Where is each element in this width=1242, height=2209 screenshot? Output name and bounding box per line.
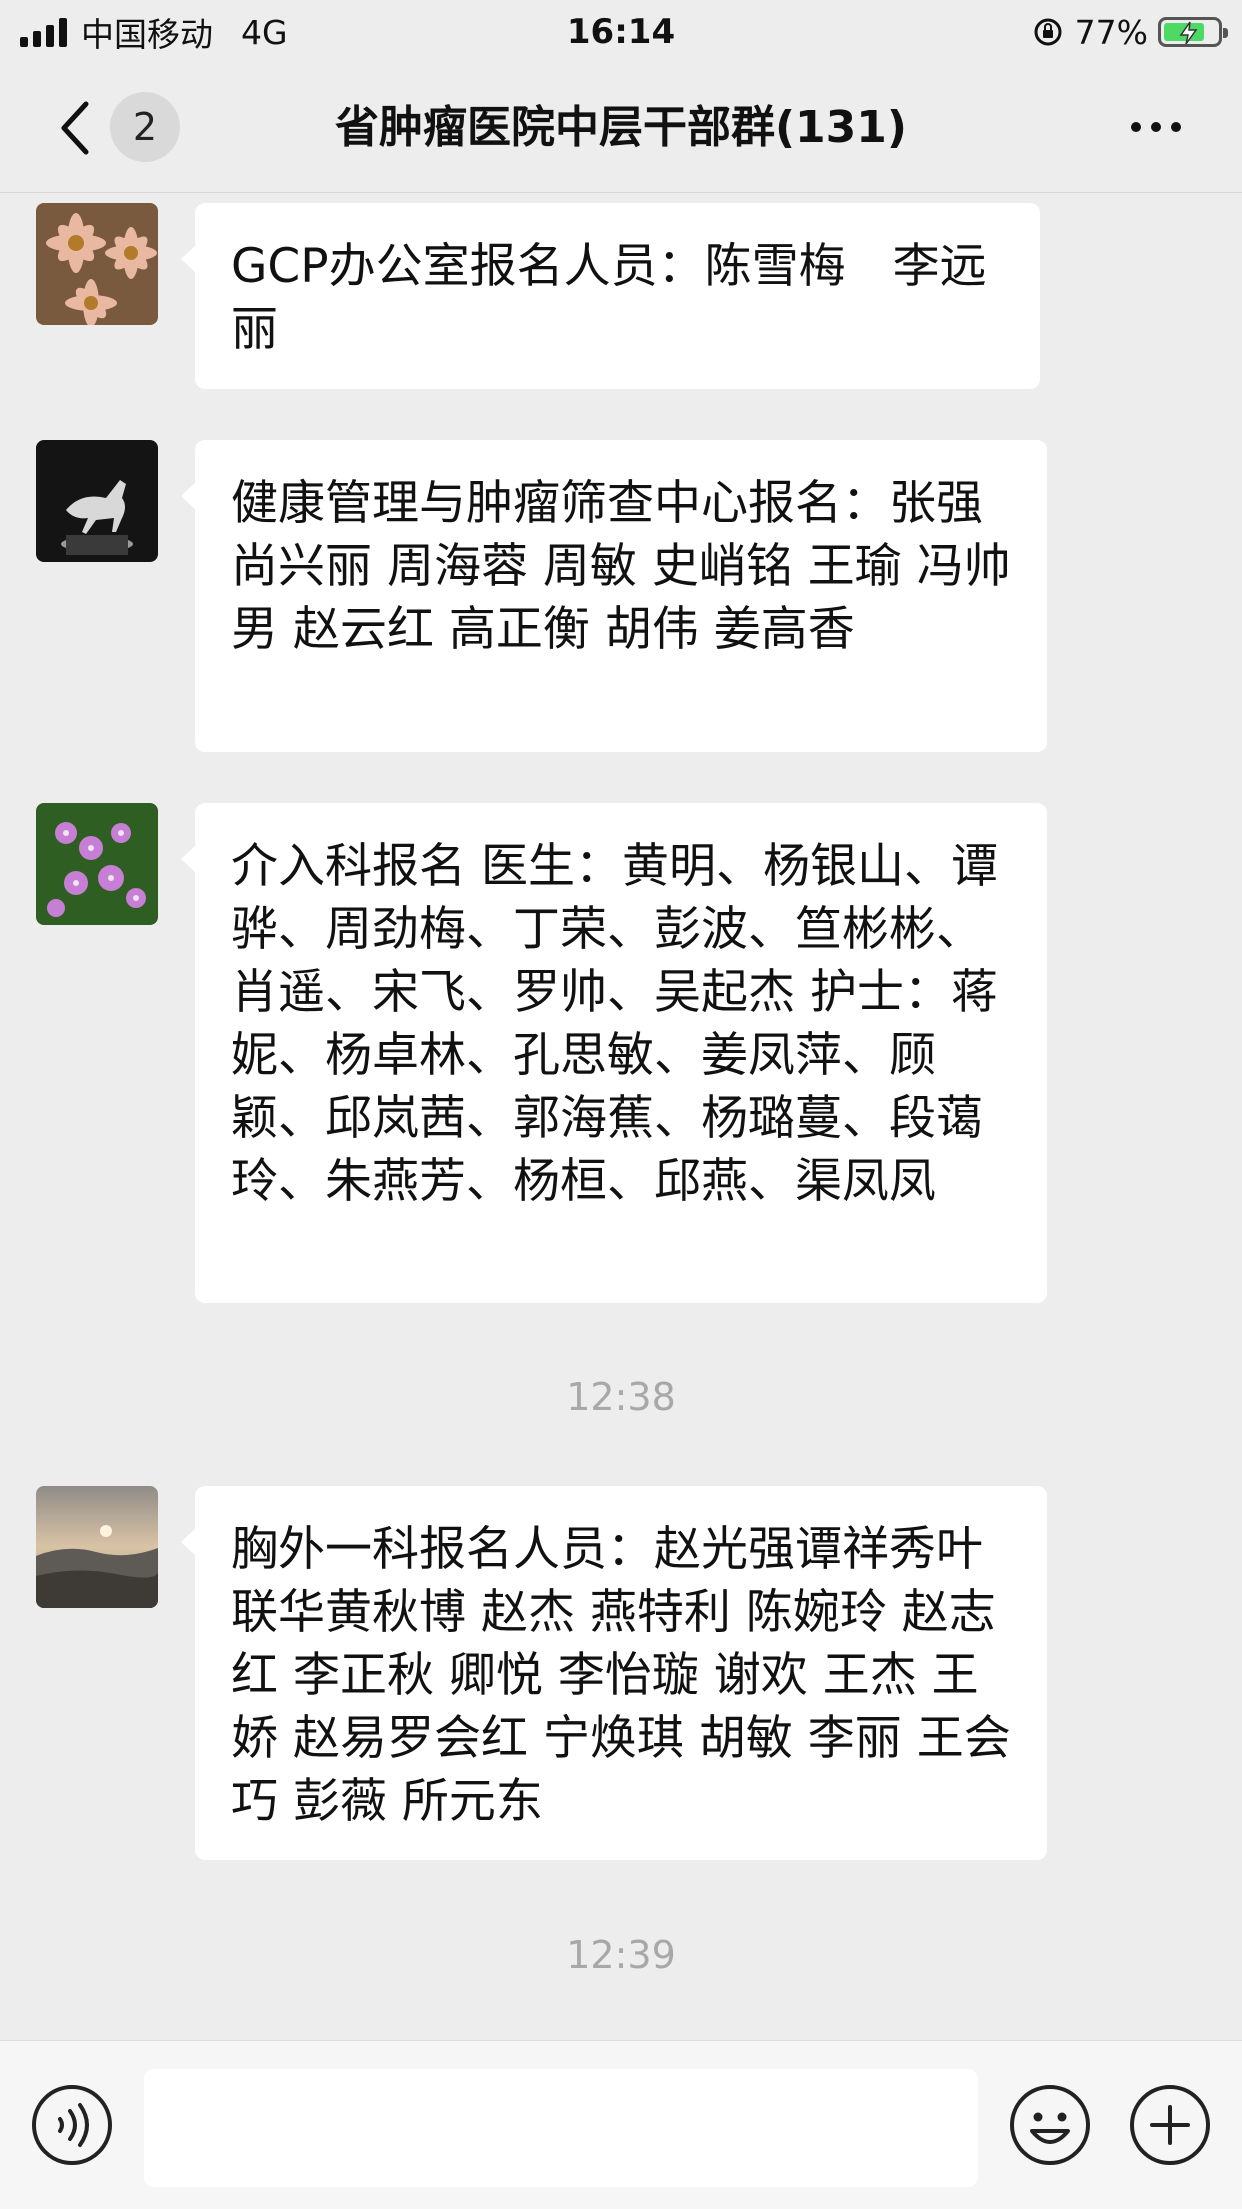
status-right: 77% <box>1033 8 1228 56</box>
chat-header: 2 省肿瘤医院中层干部群(131) <box>0 64 1242 193</box>
chat-title: 省肿瘤医院中层干部群(131) <box>334 102 908 153</box>
add-more-icon[interactable] <box>1128 2083 1212 2167</box>
emoji-icon[interactable] <box>1008 2083 1092 2167</box>
more-options-icon[interactable] <box>1126 112 1186 142</box>
chat-input-bar <box>0 2040 1242 2209</box>
purple-flowers-avatar[interactable] <box>36 803 158 925</box>
status-bar: 中国移动 4G 16:14 77% <box>0 0 1242 64</box>
orientation-lock-icon <box>1034 18 1062 46</box>
charging-bolt-icon <box>1179 21 1198 45</box>
message-bubble[interactable]: 介入科报名 医生：黄明、杨银山、谭骅、周劲梅、丁荣、彭波、笪彬彬、肖遥、宋飞、罗… <box>181 803 1047 1303</box>
battery-icon <box>1158 17 1228 47</box>
battery-percent: 77% <box>1074 12 1148 52</box>
message-input[interactable] <box>144 2069 978 2187</box>
message-bubble[interactable]: 胸外一科报名人员：赵光强谭祥秀叶联华黄秋博 赵杰 燕特利 陈婉玲 赵志红 李正秋… <box>181 1486 1047 1860</box>
message-bubble[interactable]: 健康管理与肿瘤筛查中心报名：张强 尚兴丽 周海蓉 周敏 史峭铭 王瑜 冯帅男 赵… <box>181 440 1047 752</box>
message-bubble[interactable]: GCP办公室报名人员：陈雪梅 李远丽 <box>181 203 1040 389</box>
timestamp: 12:39 <box>566 1933 676 1977</box>
timestamp: 12:38 <box>566 1375 676 1419</box>
horse-statue-avatar[interactable] <box>36 440 158 562</box>
sunset-landscape-avatar[interactable] <box>36 1486 158 1608</box>
chat-message-list[interactable]: GCP办公室报名人员：陈雪梅 李远丽 健康管理与肿瘤筛查中心报名：张强 尚兴丽 … <box>0 193 1242 2040</box>
flower-avatar[interactable] <box>36 203 158 325</box>
voice-input-icon[interactable] <box>30 2083 114 2167</box>
